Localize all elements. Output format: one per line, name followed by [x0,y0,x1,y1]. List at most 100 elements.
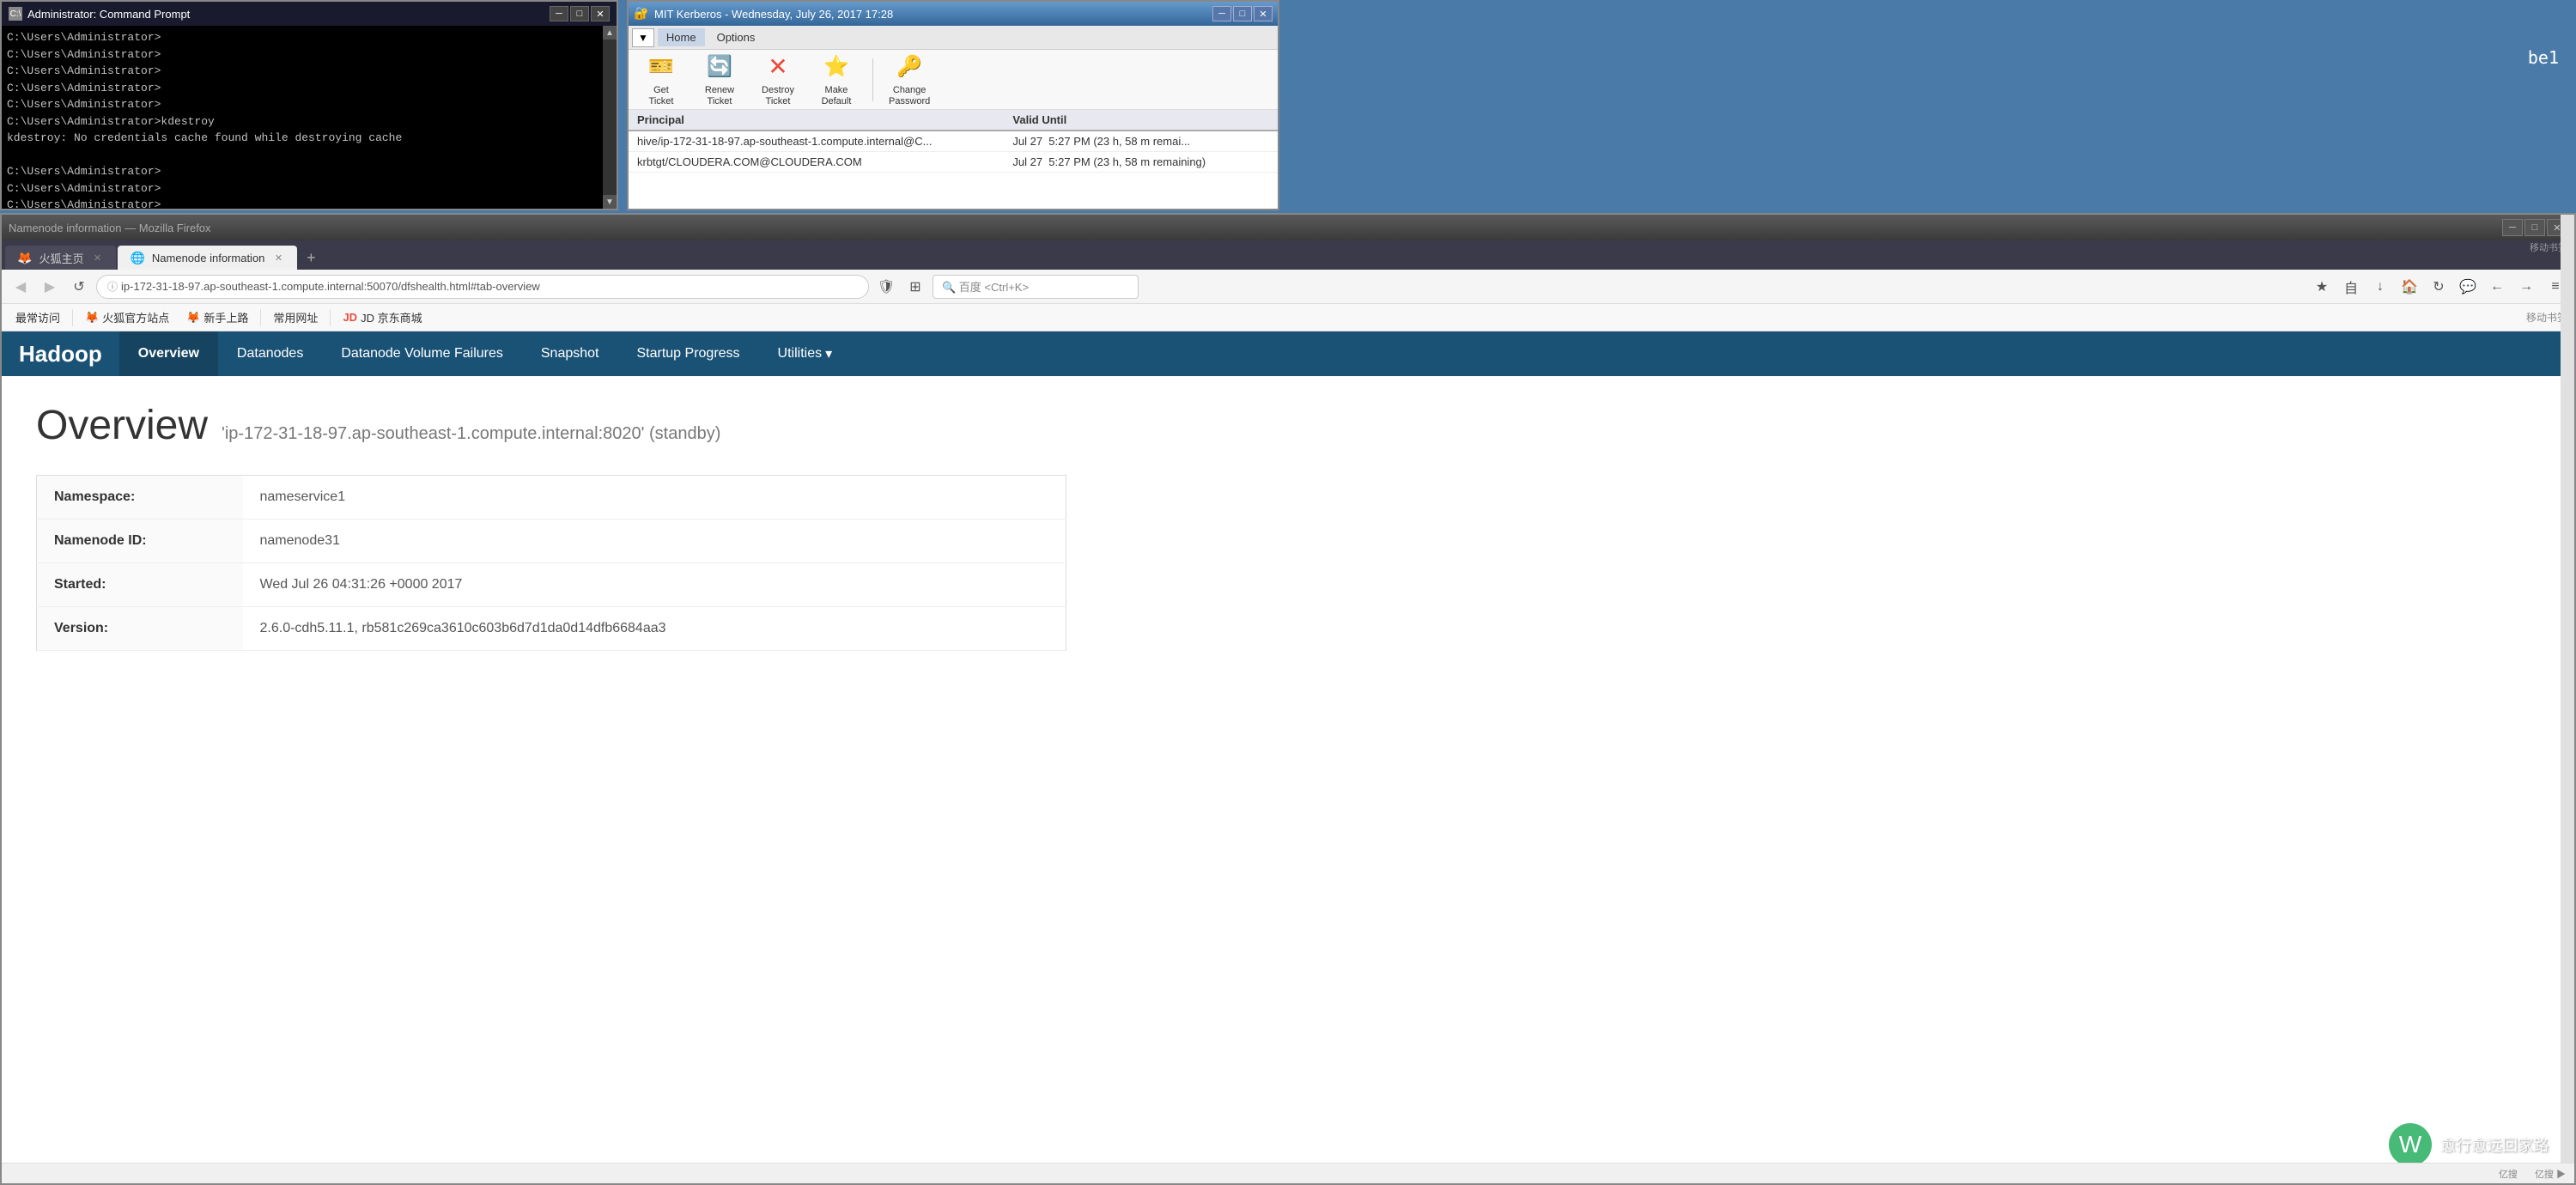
info-val-namespace: nameservice1 [243,476,1066,520]
cmd-line-6: C:\Users\Administrator>kdestroy [7,113,611,131]
page-title: Overview [36,402,208,449]
kerb-window: 🔐 MIT Kerberos - Wednesday, July 26, 201… [627,0,1279,210]
back-btn[interactable]: ← [2485,275,2509,299]
shield-btn[interactable]: 🛡 [874,275,898,299]
hadoop-nav-volume-failures[interactable]: Datanode Volume Failures [322,331,522,376]
cmd-scrollbar[interactable]: ▲ ▼ [603,26,617,209]
hadoop-nav-snapshot[interactable]: Snapshot [522,331,618,376]
bookmark-jd[interactable]: JD JD 京东商城 [336,307,428,328]
bookmark-sep-1 [72,309,73,326]
info-row-namespace: Namespace: nameservice1 [37,476,1066,520]
status-zoom: 亿搜 [2499,1167,2518,1181]
reader-view-btn[interactable]: 自 [2339,275,2363,299]
kerb-change-password-btn[interactable]: 🔑 ChangePassword [884,48,935,111]
bookmark-star-btn[interactable]: ★ [2310,275,2334,299]
cmd-window: C:\ Administrator: Command Prompt ─ □ ✕ … [0,0,618,210]
tab-namenode-icon: 🌐 [130,251,144,265]
kerb-col-empty [1257,110,1278,131]
search-placeholder: 🔍 百度 <Ctrl+K> [942,278,1029,295]
kerb-close[interactable]: ✕ [1254,6,1273,21]
cmd-scroll-up[interactable]: ▲ [603,26,617,40]
url-text: ip-172-31-18-97.ap-southeast-1.compute.i… [121,280,540,293]
url-bar[interactable]: ⓘ ip-172-31-18-97.ap-southeast-1.compute… [96,275,869,299]
kerb-col-principal: Principal [629,110,1004,131]
kerb-renew-ticket-btn[interactable]: 🔄 RenewTicket [694,48,745,111]
browser-minimize[interactable]: ─ [2502,219,2523,236]
info-key-namespace: Namespace: [37,476,243,520]
browser-controls[interactable]: ─ □ ✕ [2502,219,2567,236]
tab-namenode-label: Namenode information [152,252,265,264]
kerb-row-1-extra [1257,131,1278,152]
nav-back-btn[interactable]: ◀ [9,275,33,299]
home-btn[interactable]: 🏠 [2397,275,2421,299]
bookmark-newuser[interactable]: 🦊 新手上路 [179,307,255,328]
bookmark-common[interactable]: 常用网址 [266,307,325,328]
info-row-namenode-id: Namenode ID: namenode31 [37,520,1066,563]
cmd-scroll-down[interactable]: ▼ [603,195,617,209]
kerb-make-default-icon: ⭐ [821,52,852,82]
bookmark-firefox[interactable]: 🦊 火狐官方站点 [78,307,176,328]
kerb-menu-options[interactable]: Options [708,28,764,46]
kerb-maximize[interactable]: □ [1233,6,1252,21]
hadoop-nav-startup-progress[interactable]: Startup Progress [617,331,758,376]
hadoop-nav-utilities[interactable]: Utilities ▾ [759,331,852,376]
tab-namenode-close[interactable]: ✕ [271,251,285,264]
cmd-line-4: C:\Users\Administrator> [7,80,611,97]
tab-new-btn[interactable]: + [299,246,323,270]
hadoop-nav-overview[interactable]: Overview [119,331,218,376]
hadoop-nav: Hadoop Overview Datanodes Datanode Volum… [2,331,2574,376]
info-row-version: Version: 2.6.0-cdh5.11.1, rb581c269ca361… [37,607,1066,651]
bookmark-frequent[interactable]: 最常访问 [9,307,67,328]
tab-home[interactable]: 🦊 火狐主页 ✕ [5,246,116,270]
tab-home-icon: 🦊 [17,251,32,265]
nav-refresh-btn[interactable]: ↺ [67,275,91,299]
toolbar-icons: ★ 自 ↓ 🏠 ↻ 💬 ← → ≡ [2310,275,2567,299]
hadoop-nav-utilities-dropdown: Utilities ▾ [778,345,833,362]
tab-namenode[interactable]: 🌐 Namenode information ✕ [118,246,297,270]
kerb-make-default-label: MakeDefault [822,85,852,107]
cmd-minimize[interactable]: ─ [550,6,568,21]
tab-home-close[interactable]: ✕ [90,251,104,264]
browser-window: Namenode information — Mozilla Firefox ─… [0,213,2576,1185]
browser-maximize[interactable]: □ [2524,219,2545,236]
download-btn[interactable]: ↓ [2368,275,2392,299]
browser-scrollbar[interactable] [2561,215,2574,1183]
kerb-menu-dropdown[interactable]: ▼ [632,28,654,47]
cmd-line-7: kdestroy: No credentials cache found whi… [7,130,611,147]
nav-forward-btn[interactable]: ▶ [38,275,62,299]
kerb-row-2-extra [1257,152,1278,173]
bookmark-newuser-label: 新手上路 [204,309,248,325]
kerb-icon: 🔐 [634,6,649,21]
fwd-btn[interactable]: → [2514,275,2538,299]
kerb-destroy-ticket-btn[interactable]: ✕ DestroyTicket [752,48,804,111]
kerb-row-2: krbtgt/CLOUDERA.COM@CLOUDERA.COM Jul 27 … [629,152,1278,173]
cmd-close[interactable]: ✕ [591,6,610,21]
kerb-row-1-valid: Jul 27 5:27 PM (23 h, 58 m remai... [1004,131,1257,152]
sync-btn[interactable]: ↻ [2427,275,2451,299]
kerb-get-ticket-label: GetTicket [649,85,674,107]
bookmark-firefox-icon: 🦊 [85,311,99,325]
kerb-row-2-valid: Jul 27 5:27 PM (23 h, 58 m remaining) [1004,152,1257,173]
kerb-controls[interactable]: ─ □ ✕ [1212,6,1273,21]
kerb-table-area: Principal Valid Until hive/ip-172-31-18-… [629,110,1278,209]
bookmark-firefox-label: 火狐官方站点 [102,309,169,325]
kerb-menu-home[interactable]: Home [658,28,705,46]
watermark-text: 愈行愈远回家路 [2440,1133,2549,1156]
search-bar[interactable]: 🔍 百度 <Ctrl+K> [933,275,1139,299]
cmd-title: Administrator: Command Prompt [27,8,190,21]
cmd-icon: C:\ [9,7,22,21]
cmd-controls[interactable]: ─ □ ✕ [550,6,610,21]
hadoop-nav-utilities-arrow: ▾ [825,345,832,362]
kerb-row-2-principal: krbtgt/CLOUDERA.COM@CLOUDERA.COM [629,152,1004,173]
grid-btn[interactable]: ⊞ [903,275,927,299]
chat-btn[interactable]: 💬 [2456,275,2480,299]
bookmark-sep-3 [330,309,331,326]
kerb-minimize[interactable]: ─ [1212,6,1231,21]
hadoop-nav-datanodes[interactable]: Datanodes [218,331,322,376]
cmd-maximize[interactable]: □ [570,6,589,21]
kerb-get-ticket-btn[interactable]: 🎫 GetTicket [635,48,687,111]
kerb-renew-label: RenewTicket [705,85,734,107]
info-table: Namespace: nameservice1 Namenode ID: nam… [36,475,1066,651]
browser-titlebar: Namenode information — Mozilla Firefox ─… [2,215,2574,240]
kerb-make-default-btn[interactable]: ⭐ MakeDefault [811,48,862,111]
